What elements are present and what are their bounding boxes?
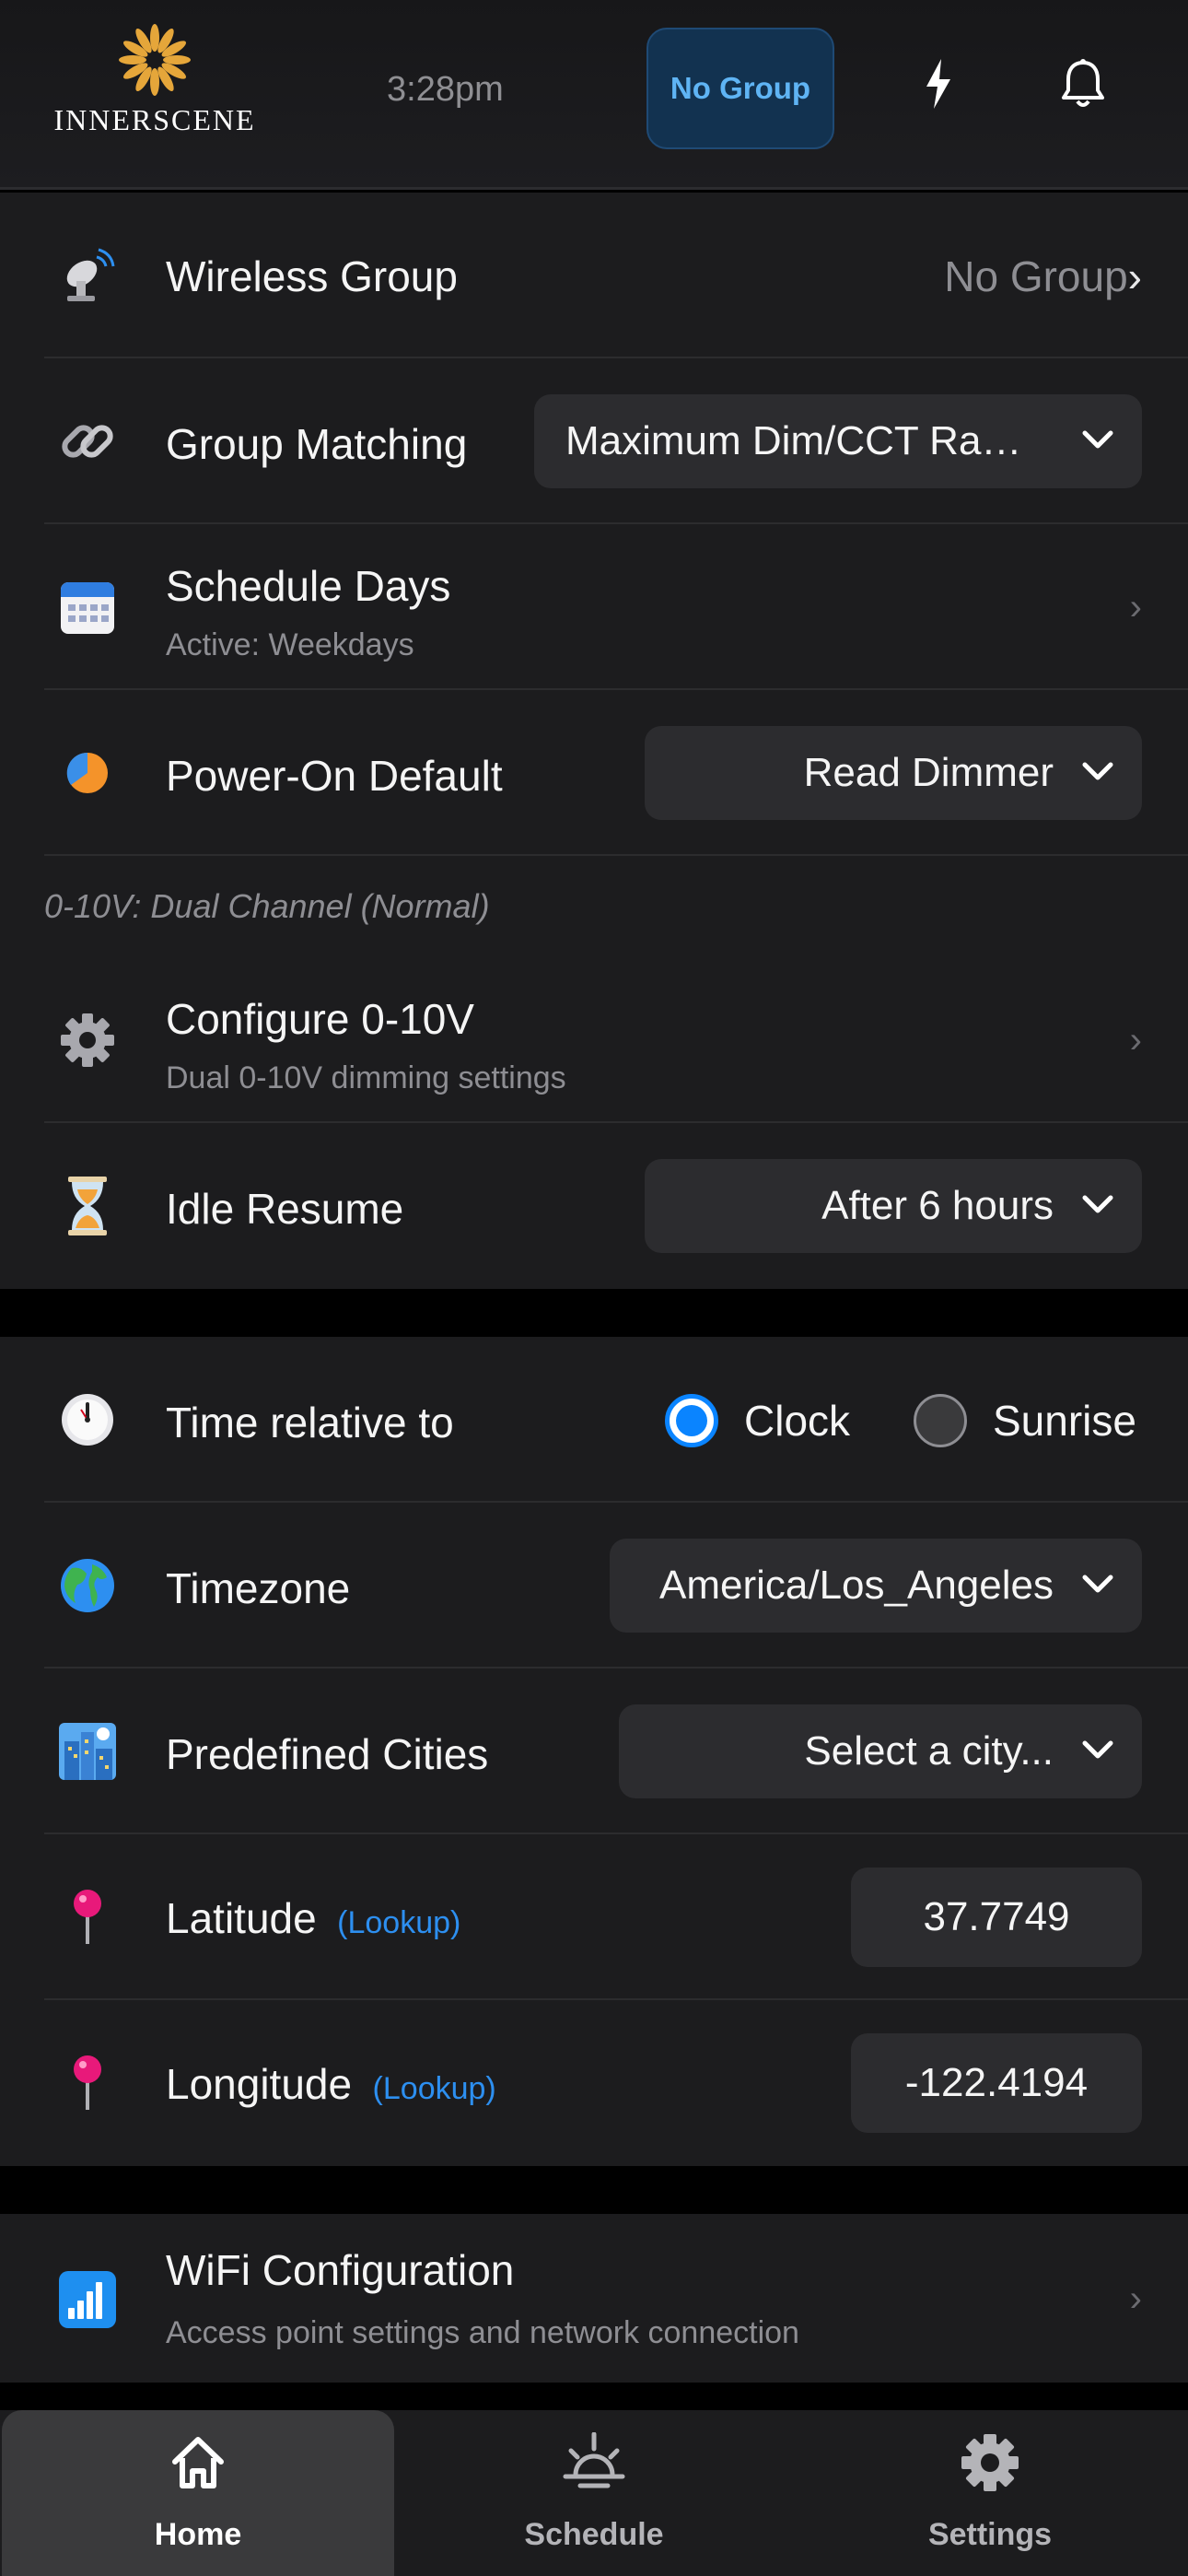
- wireless-group-label: Wireless Group: [166, 252, 458, 300]
- current-time: 3:28pm: [387, 70, 504, 109]
- device-settings-section: Wireless Group No Group› Group Matching …: [0, 193, 1188, 1289]
- innerscene-logo: INNERSCENE: [52, 22, 258, 142]
- nav-settings-label: Settings: [927, 2517, 1053, 2552]
- wireless-group-row[interactable]: Wireless Group No Group›: [0, 193, 1188, 358]
- radio-clock[interactable]: [665, 1394, 718, 1447]
- wifi-configuration-row[interactable]: WiFi Configuration Access point settings…: [0, 2214, 1188, 2383]
- group-matching-select[interactable]: Maximum Dim/CCT Ra…: [534, 394, 1142, 488]
- sunburst-logo-icon: [119, 24, 191, 96]
- latitude-label: Latitude: [166, 1894, 317, 1942]
- nav-settings[interactable]: Settings: [792, 2410, 1188, 2576]
- power-on-default-label: Power-On Default: [166, 752, 503, 800]
- time-relative-label: Time relative to: [166, 1399, 454, 1446]
- home-icon: [172, 2437, 224, 2488]
- gear-icon: [961, 2434, 1019, 2491]
- configure-0-10v-label: Configure 0-10V: [166, 995, 474, 1043]
- channel-mode-note: 0-10V: Dual Channel (Normal): [44, 887, 490, 925]
- app-header: INNERSCENE 3:28pm No Group: [0, 0, 1188, 190]
- sunrise-icon: [563, 2432, 625, 2488]
- power-on-default-row: Power-On Default Read Dimmer: [0, 690, 1188, 856]
- timezone-value: America/Los_Angeles: [658, 1563, 1054, 1608]
- configure-0-10v-subtitle: Dual 0-10V dimming settings: [166, 1060, 566, 1095]
- nav-schedule-label: Schedule: [524, 2517, 664, 2552]
- chevron-down-icon: [1082, 1575, 1113, 1593]
- group-matching-value: Maximum Dim/CCT Ra…: [565, 418, 1022, 463]
- longitude-row: Longitude (Lookup) -122.4194: [0, 2000, 1188, 2166]
- chevron-down-icon: [1082, 762, 1113, 780]
- predefined-cities-value: Select a city...: [804, 1728, 1054, 1774]
- predefined-cities-select[interactable]: Select a city...: [619, 1704, 1142, 1798]
- lightning-icon[interactable]: [923, 57, 954, 115]
- chevron-right-icon: ›: [1129, 1020, 1142, 1060]
- logo-wordmark: INNERSCENE: [53, 103, 256, 136]
- row-divider: [44, 854, 1188, 856]
- configure-0-10v-row[interactable]: Configure 0-10V Dual 0-10V dimming setti…: [0, 957, 1188, 1123]
- idle-resume-select[interactable]: After 6 hours: [645, 1159, 1142, 1253]
- clock-icon: [55, 1388, 120, 1452]
- longitude-lookup-link[interactable]: (Lookup): [373, 2071, 496, 2106]
- latitude-row: Latitude (Lookup) 37.7749: [0, 1834, 1188, 2000]
- group-matching-label: Group Matching: [166, 420, 468, 468]
- longitude-label: Longitude: [166, 2060, 353, 2108]
- chevron-right-icon: ›: [1129, 2278, 1142, 2319]
- timezone-row: Timezone America/Los_Angeles: [0, 1503, 1188, 1669]
- wireless-group-value: No Group›: [944, 252, 1142, 300]
- power-on-default-value: Read Dimmer: [803, 750, 1054, 795]
- chevron-down-icon: [1082, 1740, 1113, 1759]
- time-relative-row: Time relative to Clock Sunrise: [0, 1337, 1188, 1503]
- latitude-input[interactable]: 37.7749: [851, 1868, 1142, 1967]
- power-on-default-select[interactable]: Read Dimmer: [645, 726, 1142, 820]
- schedule-days-subtitle: Active: Weekdays: [166, 627, 414, 662]
- calendar-icon: [55, 575, 120, 639]
- idle-resume-value: After 6 hours: [821, 1183, 1054, 1228]
- gear-icon: [55, 1008, 120, 1072]
- timezone-select[interactable]: America/Los_Angeles: [610, 1539, 1142, 1633]
- wifi-configuration-label: WiFi Configuration: [166, 2246, 515, 2294]
- group-button[interactable]: No Group: [646, 28, 834, 149]
- half-circle-icon: [55, 741, 120, 805]
- predefined-cities-row: Predefined Cities Select a city...: [0, 1669, 1188, 1834]
- idle-resume-label: Idle Resume: [166, 1185, 404, 1233]
- chevron-down-icon: [1082, 430, 1113, 449]
- idle-resume-row: Idle Resume After 6 hours: [0, 1123, 1188, 1289]
- pin-icon: [55, 2051, 120, 2115]
- network-section: WiFi Configuration Access point settings…: [0, 2214, 1188, 2383]
- pin-icon: [55, 1885, 120, 1950]
- chevron-right-icon: ›: [1129, 587, 1142, 627]
- location-settings-section: Time relative to Clock Sunrise Timezone …: [0, 1337, 1188, 2166]
- cityscape-icon: [55, 1719, 120, 1784]
- satellite-dish-icon: [55, 243, 120, 308]
- group-matching-row: Group Matching Maximum Dim/CCT Ra…: [0, 358, 1188, 524]
- latitude-lookup-link[interactable]: (Lookup): [337, 1905, 460, 1940]
- latitude-label-group: Latitude (Lookup): [166, 1893, 460, 1943]
- wifi-configuration-subtitle: Access point settings and network connec…: [166, 2315, 799, 2350]
- chevron-down-icon: [1082, 1195, 1113, 1213]
- globe-icon: [55, 1553, 120, 1618]
- signal-bars-icon: [55, 2267, 120, 2332]
- link-icon: [55, 409, 120, 474]
- nav-home-label: Home: [154, 2517, 242, 2552]
- schedule-days-label: Schedule Days: [166, 562, 451, 610]
- longitude-input[interactable]: -122.4194: [851, 2033, 1142, 2133]
- nav-schedule[interactable]: Schedule: [396, 2410, 792, 2576]
- longitude-label-group: Longitude (Lookup): [166, 2059, 496, 2109]
- timezone-label: Timezone: [166, 1564, 351, 1612]
- radio-clock-label: Clock: [744, 1397, 851, 1445]
- radio-sunrise[interactable]: [914, 1394, 967, 1447]
- predefined-cities-label: Predefined Cities: [166, 1730, 489, 1778]
- radio-sunrise-label: Sunrise: [993, 1397, 1136, 1445]
- hourglass-icon: [55, 1174, 120, 1238]
- bell-icon[interactable]: [1059, 59, 1107, 113]
- nav-home[interactable]: Home: [2, 2410, 394, 2576]
- bottom-nav: Home Schedule Settings: [0, 2410, 1188, 2576]
- schedule-days-row[interactable]: Schedule Days Active: Weekdays ›: [0, 524, 1188, 690]
